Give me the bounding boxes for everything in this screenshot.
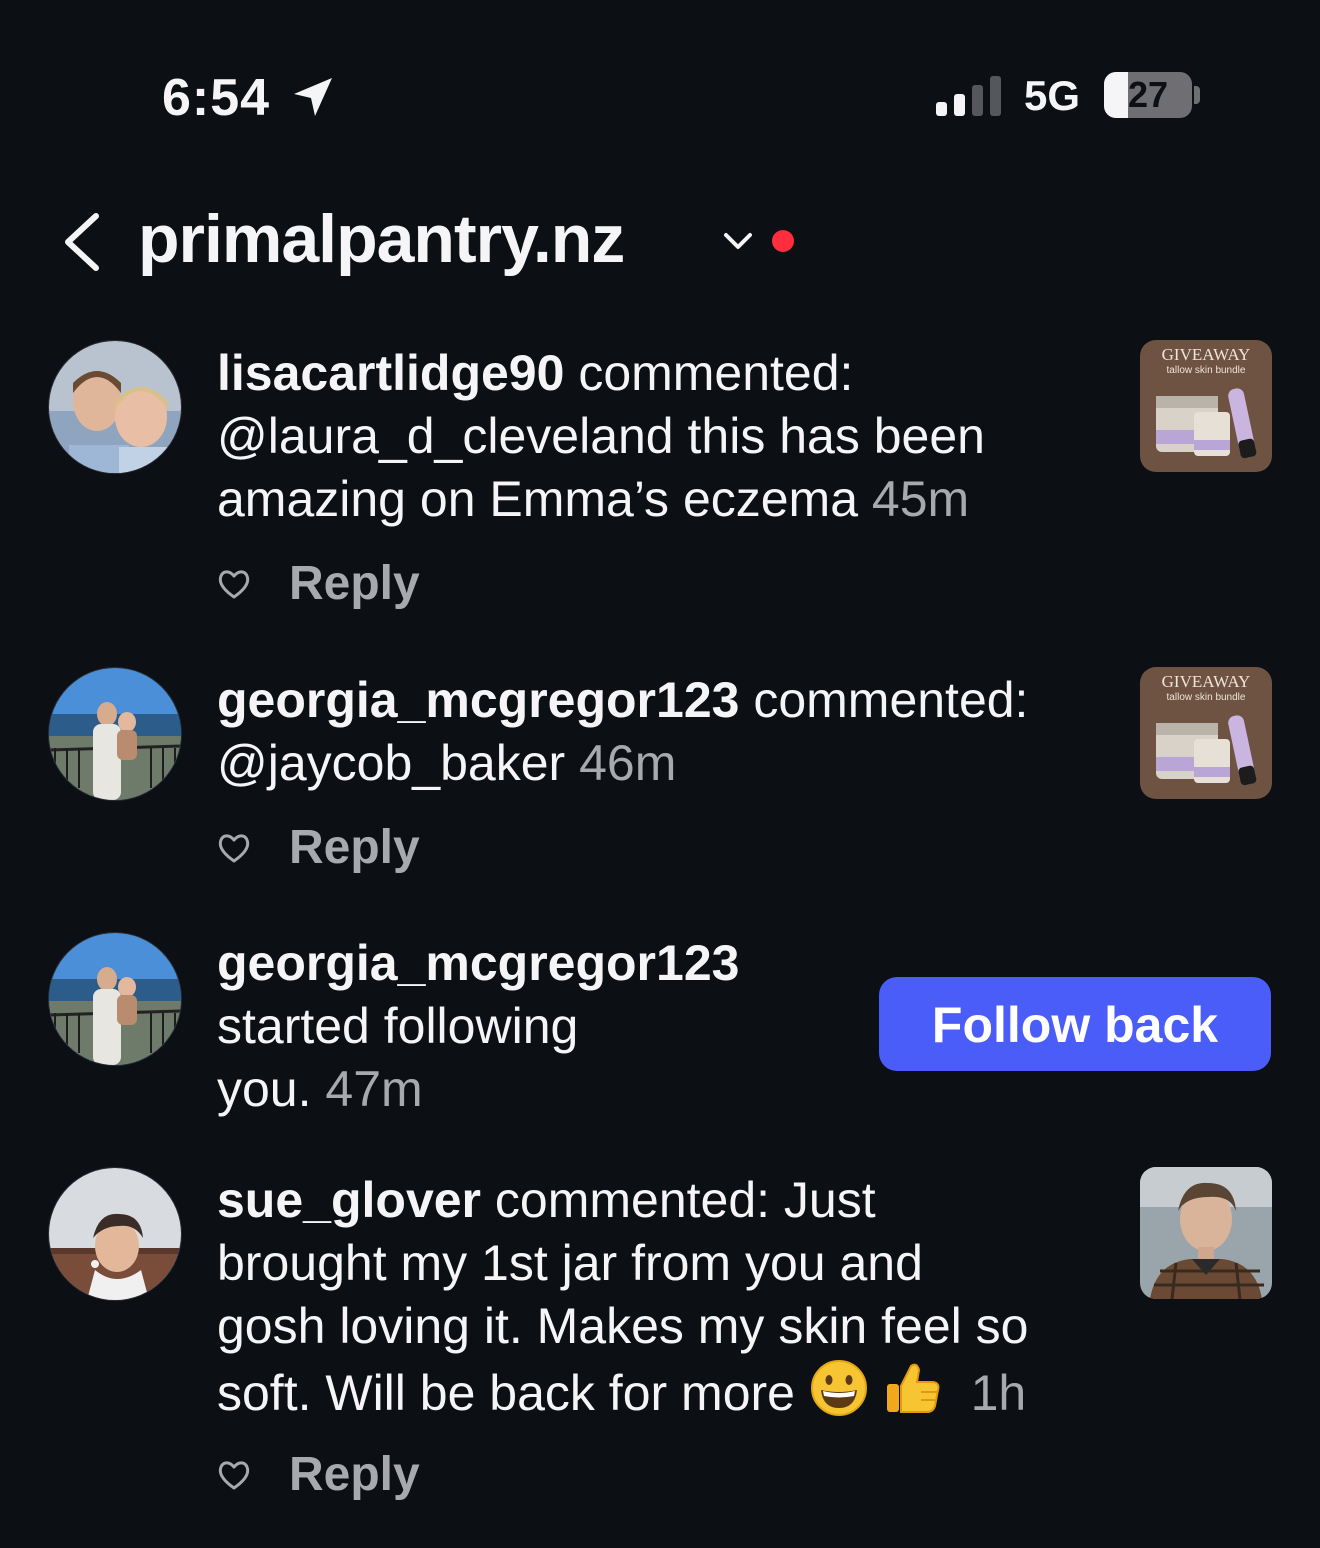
avatar[interactable] (48, 667, 182, 801)
notification-item: georgia_mcgregor123 started following yo… (0, 930, 1320, 1140)
post-thumbnail[interactable] (1140, 1167, 1272, 1299)
heart-icon[interactable] (217, 832, 251, 864)
follow-text: started following (217, 998, 579, 1054)
avatar[interactable] (48, 1167, 182, 1301)
follow-back-button[interactable]: Follow back (879, 977, 1271, 1071)
network-type: 5G (1024, 72, 1081, 119)
follow-text-end: you. 47m (217, 1058, 739, 1121)
comment-line: gosh loving it. Makes my skin feel so (217, 1298, 1029, 1354)
account-title[interactable]: primalpantry.nz (138, 200, 625, 278)
username-link[interactable]: sue_glover (217, 1172, 481, 1228)
follow-text-you: you. (217, 1061, 312, 1117)
back-chevron-icon[interactable] (60, 210, 104, 274)
battery-percent: 27 (1127, 74, 1169, 115)
timestamp: 47m (325, 1061, 423, 1117)
reply-button[interactable]: Reply (289, 1447, 420, 1502)
timestamp: 46m (579, 735, 677, 791)
notification-text: georgia_mcgregor123 commented: @jaycob_b… (217, 669, 1028, 795)
comment-text: soft. Will be back for more (217, 1365, 795, 1421)
thumb-subtitle: tallow skin bundle (1167, 692, 1246, 703)
timestamp: 1h (970, 1365, 1027, 1421)
username-link[interactable]: georgia_mcgregor123 (217, 672, 739, 728)
notification-dot (772, 230, 794, 252)
notification-item: sue_glover commented: Just brought my 1s… (0, 1165, 1320, 1548)
thumb-title: GIVEAWAY (1162, 672, 1251, 691)
avatar[interactable] (48, 932, 182, 1066)
notification-line: georgia_mcgregor123 commented: (217, 669, 1028, 732)
comment-line: @laura_d_cleveland this has been (217, 408, 985, 464)
notification-item: lisacartlidge90 commented: @laura_d_clev… (0, 338, 1320, 638)
username-link[interactable]: georgia_mcgregor123 (217, 932, 739, 995)
username-link[interactable]: lisacartlidge90 (217, 345, 564, 401)
reply-button[interactable]: Reply (289, 820, 420, 875)
timestamp: 45m (871, 471, 970, 527)
post-thumbnail[interactable]: GIVEAWAY tallow skin bundle (1140, 340, 1272, 472)
notification-action: commented: (739, 672, 1029, 728)
chevron-down-icon[interactable] (722, 230, 754, 252)
comment-text: @jaycob_baker (217, 735, 566, 791)
notification-line: lisacartlidge90 commented: (217, 342, 985, 405)
notification-text: georgia_mcgregor123 started following yo… (217, 932, 739, 1121)
comment-line: soft. Will be back for more 1h (217, 1358, 1028, 1425)
thumbs-up-icon (886, 1363, 940, 1413)
cellular-signal-icon (936, 76, 1001, 116)
thumb-subtitle: tallow skin bundle (1167, 365, 1246, 376)
thumb-title: GIVEAWAY (1162, 345, 1251, 364)
battery-icon: 27 (1104, 72, 1192, 118)
notification-action: commented: Just (481, 1172, 876, 1228)
status-bar: 6:54 5G 27 (0, 0, 1320, 190)
comment-text: amazing on Emma’s eczema (217, 471, 859, 527)
avatar[interactable] (48, 340, 182, 474)
reply-button[interactable]: Reply (289, 556, 420, 611)
notification-item: georgia_mcgregor123 commented: @jaycob_b… (0, 665, 1320, 905)
heart-icon[interactable] (217, 1459, 251, 1491)
comment-line: @jaycob_baker 46m (217, 732, 1028, 795)
notification-text: sue_glover commented: Just brought my 1s… (217, 1169, 1028, 1425)
post-thumbnail[interactable]: GIVEAWAY tallow skin bundle (1140, 667, 1272, 799)
comment-line: amazing on Emma’s eczema 45m (217, 468, 985, 531)
notification-line: sue_glover commented: Just (217, 1169, 1028, 1232)
grinning-face-icon (810, 1360, 867, 1416)
battery-tip (1194, 86, 1200, 104)
location-arrow-icon (294, 78, 332, 116)
notification-action: commented: (564, 345, 854, 401)
header: primalpantry.nz (0, 190, 1320, 300)
comment-line: brought my 1st jar from you and (217, 1235, 923, 1291)
heart-icon[interactable] (217, 568, 251, 600)
notification-text: lisacartlidge90 commented: @laura_d_clev… (217, 342, 985, 531)
status-time: 6:54 (162, 69, 271, 127)
